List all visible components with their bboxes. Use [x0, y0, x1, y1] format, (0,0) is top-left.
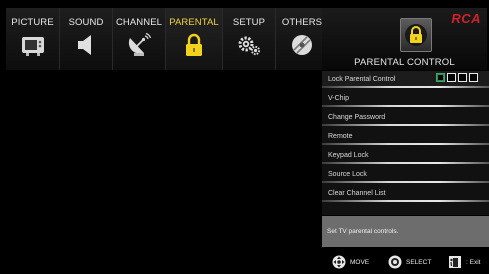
menu-item-keypad-lock[interactable]: Keypad Lock: [322, 147, 489, 164]
pin-digit-box[interactable]: [458, 73, 467, 82]
tab-picture-label: PICTURE: [11, 17, 54, 28]
tab-setup[interactable]: SETUP: [223, 8, 276, 70]
menu-separator: [322, 143, 489, 145]
gears-icon: [238, 36, 261, 56]
tab-sound[interactable]: SOUND: [60, 8, 113, 70]
menu-item-label: Change Password: [328, 114, 386, 121]
pin-digit-box[interactable]: [447, 73, 456, 82]
menu-item-label: Source Lock: [328, 171, 367, 178]
legend-select-label: SELECT: [406, 258, 432, 266]
menu-item-label: V-Chip: [328, 95, 350, 102]
section-title: PARENTAL CONTROL: [354, 57, 455, 68]
menu-separator: [322, 162, 489, 164]
brand-panel: RCA PARENTAL CONTROL: [322, 8, 487, 70]
exit-door-icon: [449, 256, 461, 268]
menu-item-v-chip[interactable]: V-Chip: [322, 90, 489, 107]
tab-others[interactable]: OTHERS: [276, 8, 328, 70]
tab-channel[interactable]: CHANNEL: [113, 8, 166, 70]
tab-channel-label: CHANNEL: [115, 17, 163, 28]
dpad-icon: [332, 255, 346, 269]
menu-item-clear-channel-list[interactable]: Clear Channel List: [322, 185, 489, 202]
tv-icon: [21, 37, 44, 56]
tab-parental[interactable]: PARENTAL: [166, 8, 223, 70]
menu-separator: [322, 86, 489, 88]
lock-icon: [186, 33, 202, 56]
menu-separator: [322, 124, 489, 126]
menu-separator: [322, 181, 489, 183]
tv-menu-screen: PICTURE SOUND CHANNEL PARENTAL SETUP OTH…: [0, 0, 489, 274]
pin-digit-box[interactable]: [436, 73, 445, 82]
speaker-icon: [78, 35, 91, 55]
legend-exit: : Exit: [448, 255, 480, 269]
help-text: Set TV parental controls.: [327, 228, 399, 235]
select-button-icon: [388, 255, 402, 269]
section-icon-box: [400, 18, 432, 52]
tab-sound-label: SOUND: [68, 17, 104, 28]
tab-setup-label: SETUP: [232, 17, 266, 28]
satellite-dish-icon: [128, 32, 152, 56]
menu-item-change-password[interactable]: Change Password: [322, 109, 489, 126]
disc-icon: [292, 35, 312, 55]
pin-entry[interactable]: [436, 73, 478, 82]
lock-icon: [405, 24, 427, 46]
legend-exit-label: : Exit: [466, 258, 481, 266]
menu-item-label: Remote: [328, 133, 353, 140]
menu-item-label: Clear Channel List: [328, 190, 386, 197]
menu-item-label: Lock Parental Control: [328, 76, 396, 83]
brand-logo: RCA: [451, 11, 481, 26]
menu-item-remote[interactable]: Remote: [322, 128, 489, 145]
key-legend: MOVE SELECT : Exit: [322, 250, 489, 272]
tab-picture[interactable]: PICTURE: [6, 8, 60, 70]
legend-move: MOVE: [332, 255, 369, 269]
pin-digit-box[interactable]: [469, 73, 478, 82]
menu-item-source-lock[interactable]: Source Lock: [322, 166, 489, 183]
menu-item-lock-parental-control[interactable]: Lock Parental Control: [322, 71, 489, 88]
tab-parental-label: PARENTAL: [169, 17, 219, 28]
help-panel: Set TV parental controls.: [322, 216, 489, 247]
menu-separator: [322, 200, 489, 202]
menu-item-label: Keypad Lock: [328, 152, 369, 159]
tab-others-label: OTHERS: [281, 17, 323, 28]
legend-move-label: MOVE: [350, 258, 370, 266]
parental-menu-list: Lock Parental Control V-Chip Change Pass…: [322, 71, 489, 215]
legend-select: SELECT: [388, 255, 431, 269]
menu-separator: [322, 105, 489, 107]
